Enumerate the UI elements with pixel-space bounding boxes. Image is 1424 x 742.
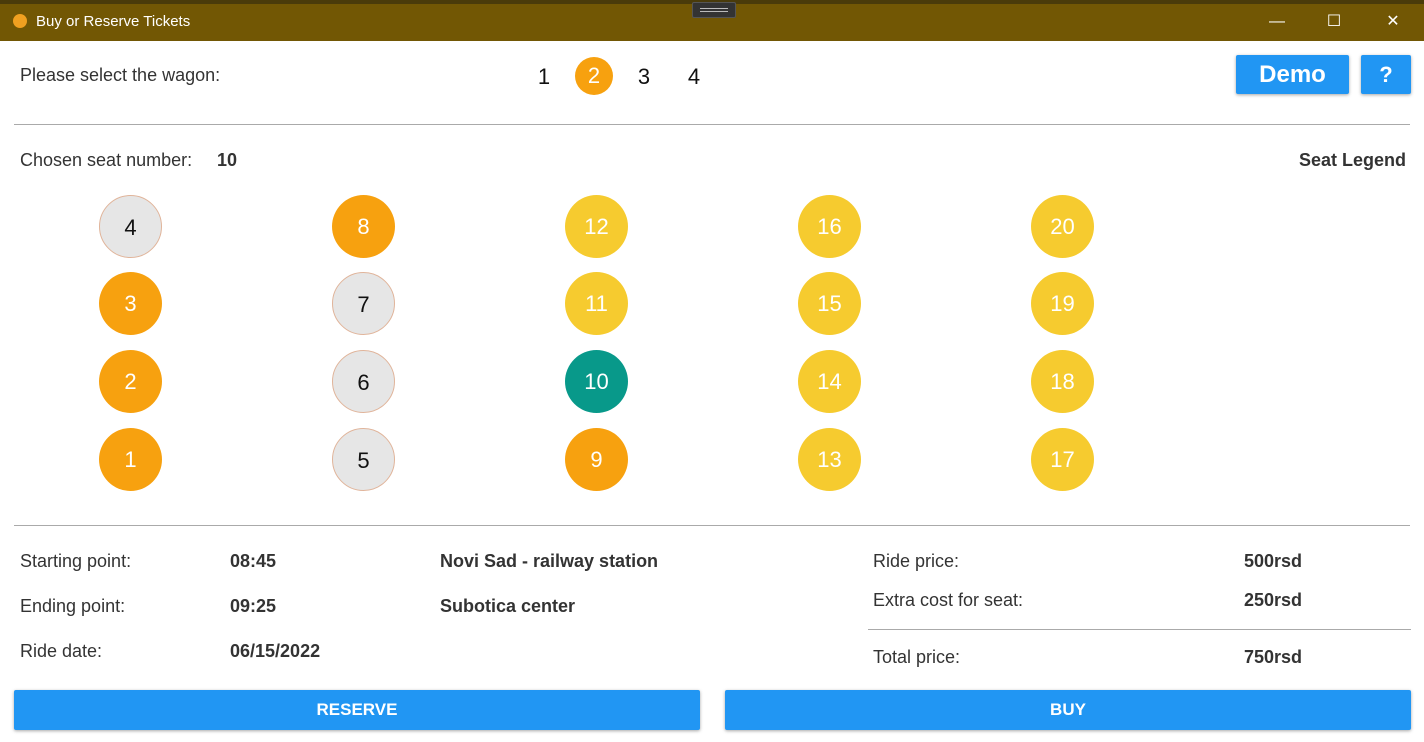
starting-place: Novi Sad - railway station [440, 551, 659, 571]
extra-cost-value: 250rsd [1244, 590, 1303, 610]
wagon-3-button[interactable]: 3 [625, 62, 663, 92]
ending-place: Subotica center [440, 596, 576, 616]
seat-20[interactable]: 20 [1031, 195, 1094, 258]
wagon-select-label: Please select the wagon: [20, 65, 221, 85]
ending-time: 09:25 [230, 596, 277, 616]
seat-3[interactable]: 3 [99, 272, 162, 335]
drag-handle[interactable] [692, 2, 736, 18]
wagon-2-button[interactable]: 2 [575, 57, 613, 95]
seat-16[interactable]: 16 [798, 195, 861, 258]
wagon-1-button[interactable]: 1 [525, 62, 563, 92]
demo-button[interactable]: Demo [1236, 55, 1349, 94]
maximize-icon[interactable]: ☐ [1311, 8, 1357, 36]
seat-4[interactable]: 4 [99, 195, 162, 258]
close-icon[interactable]: ✕ [1370, 8, 1416, 36]
chosen-seat-value: 10 [217, 150, 238, 170]
minimize-icon[interactable]: — [1254, 8, 1300, 36]
divider-price [868, 629, 1411, 630]
wagon-4-button[interactable]: 4 [675, 62, 713, 92]
total-price-value: 750rsd [1244, 647, 1303, 667]
total-price-label: Total price: [873, 647, 961, 667]
ride-date-label: Ride date: [20, 641, 103, 661]
seat-10[interactable]: 10 [565, 350, 628, 413]
starting-time: 08:45 [230, 551, 277, 571]
seat-1[interactable]: 1 [99, 428, 162, 491]
seat-legend-link[interactable]: Seat Legend [1299, 150, 1406, 171]
extra-cost-label: Extra cost for seat: [873, 590, 1024, 610]
seat-11[interactable]: 11 [565, 272, 628, 335]
chosen-seat-label: Chosen seat number: [20, 150, 193, 170]
ride-price-value: 500rsd [1244, 551, 1303, 571]
window-title: Buy or Reserve Tickets [36, 13, 191, 30]
seat-17[interactable]: 17 [1031, 428, 1094, 491]
seat-12[interactable]: 12 [565, 195, 628, 258]
seat-9[interactable]: 9 [565, 428, 628, 491]
seat-2[interactable]: 2 [99, 350, 162, 413]
starting-point-label: Starting point: [20, 551, 132, 571]
divider-middle [14, 525, 1410, 526]
ride-date-value: 06/15/2022 [230, 641, 321, 661]
seat-15[interactable]: 15 [798, 272, 861, 335]
ride-price-label: Ride price: [873, 551, 960, 571]
seat-6[interactable]: 6 [332, 350, 395, 413]
help-button[interactable]: ? [1361, 55, 1411, 94]
seat-5[interactable]: 5 [332, 428, 395, 491]
seat-14[interactable]: 14 [798, 350, 861, 413]
divider-top [14, 124, 1410, 125]
seat-18[interactable]: 18 [1031, 350, 1094, 413]
ending-point-label: Ending point: [20, 596, 126, 616]
seat-19[interactable]: 19 [1031, 272, 1094, 335]
reserve-button[interactable]: RESERVE [14, 690, 700, 730]
seat-13[interactable]: 13 [798, 428, 861, 491]
buy-button[interactable]: BUY [725, 690, 1411, 730]
seat-8[interactable]: 8 [332, 195, 395, 258]
app-icon [13, 14, 27, 28]
seat-7[interactable]: 7 [332, 272, 395, 335]
